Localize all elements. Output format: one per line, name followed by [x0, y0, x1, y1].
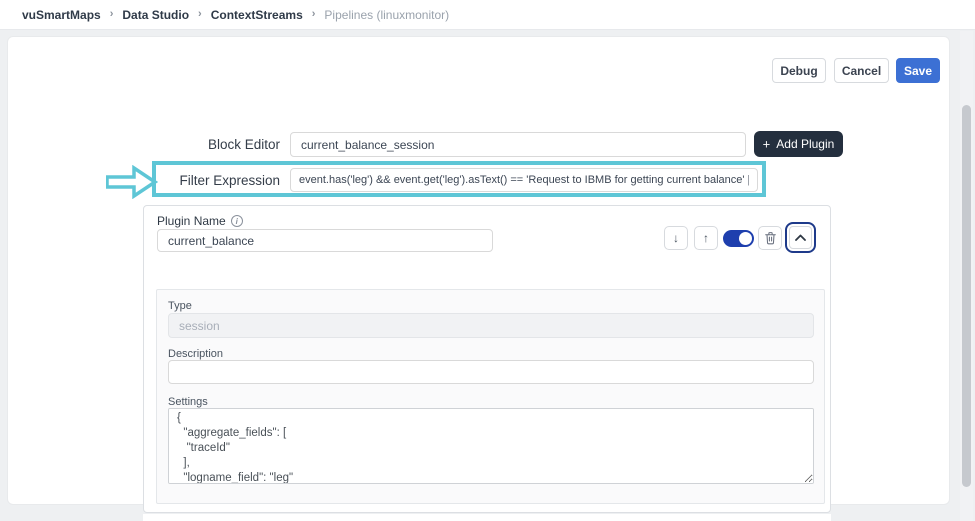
- filter-expression-label: Filter Expression: [179, 173, 280, 188]
- cancel-button[interactable]: Cancel: [834, 58, 889, 83]
- move-plugin-down-button[interactable]: ↓: [664, 226, 688, 250]
- settings-label: Settings: [168, 396, 208, 408]
- breadcrumb-item-pipelines: Pipelines (linuxmonitor): [324, 7, 450, 22]
- description-label: Description: [168, 348, 224, 360]
- plugin-enabled-toggle[interactable]: [723, 230, 754, 247]
- arrow-up-icon: ↑: [703, 231, 709, 245]
- collapse-plugin-button[interactable]: [789, 226, 812, 249]
- debug-button[interactable]: Debug: [772, 58, 826, 83]
- plugin-settings-panel: Type Description Settings { "aggregate_f…: [156, 289, 825, 504]
- next-plugin-card-edge: [143, 514, 831, 521]
- breadcrumb-separator-icon: ›: [109, 7, 114, 20]
- plugin-name-label-text: Plugin Name: [157, 214, 226, 228]
- toggle-knob: [739, 232, 752, 245]
- filter-expression-input[interactable]: [290, 168, 758, 192]
- add-plugin-button[interactable]: + Add Plugin: [754, 131, 843, 157]
- settings-textarea[interactable]: { "aggregate_fields": [ "traceId" ], "lo…: [168, 408, 814, 484]
- top-bar: vuSmartMaps › Data Studio › ContextStrea…: [0, 0, 975, 30]
- trash-icon: [764, 232, 776, 245]
- add-plugin-label: Add Plugin: [776, 137, 835, 151]
- description-input[interactable]: [168, 360, 814, 384]
- breadcrumb-item-vusmartmaps[interactable]: vuSmartMaps: [22, 8, 101, 22]
- arrow-down-icon: ↓: [673, 231, 679, 245]
- type-input: [168, 313, 814, 338]
- delete-plugin-button[interactable]: [758, 226, 782, 250]
- breadcrumb: vuSmartMaps › Data Studio › ContextStrea…: [22, 8, 449, 22]
- breadcrumb-separator-icon: ›: [198, 7, 202, 20]
- plugin-name-input[interactable]: [157, 229, 493, 252]
- save-button[interactable]: Save: [896, 58, 940, 83]
- type-label: Type: [168, 300, 192, 312]
- chevron-up-icon: [795, 234, 806, 241]
- info-icon[interactable]: i: [230, 215, 243, 227]
- block-editor-input[interactable]: [290, 132, 746, 157]
- plus-icon: +: [762, 136, 771, 151]
- block-editor-label: Block Editor: [207, 137, 280, 152]
- collapse-button-focus-ring: [785, 222, 816, 253]
- plugin-card: Plugin Name i ↓ ↑ Type Description Setti…: [143, 205, 831, 513]
- breadcrumb-separator-icon: ›: [311, 7, 316, 20]
- page-scrollbar-thumb[interactable]: [962, 105, 971, 487]
- breadcrumb-item-data-studio[interactable]: Data Studio: [122, 8, 189, 22]
- plugin-name-label: Plugin Name i: [157, 214, 243, 228]
- move-plugin-up-button[interactable]: ↑: [694, 226, 718, 250]
- breadcrumb-item-contextstreams[interactable]: ContextStreams: [211, 8, 303, 22]
